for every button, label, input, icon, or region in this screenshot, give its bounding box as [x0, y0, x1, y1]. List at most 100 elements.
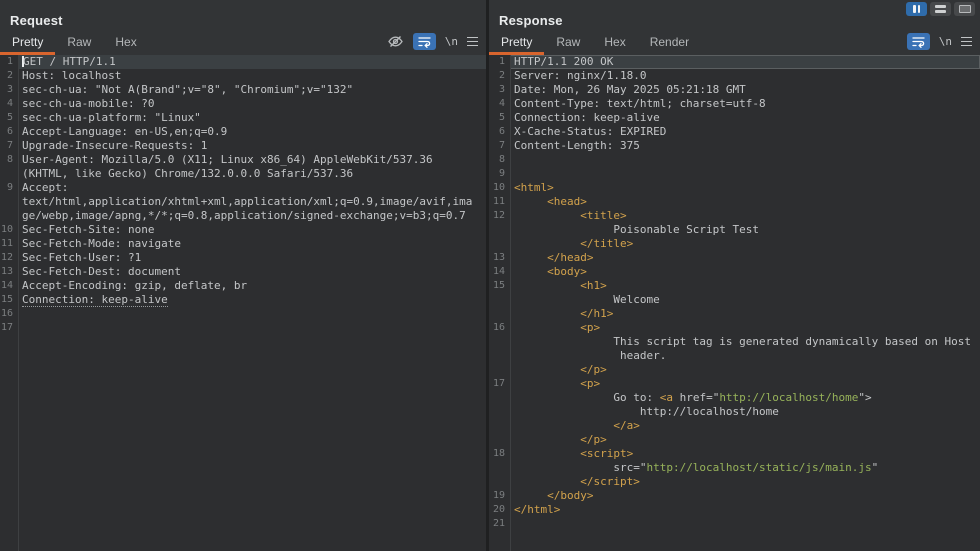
- code-line[interactable]: 7Content-Length: 375: [489, 139, 980, 153]
- code-line[interactable]: ge/webp,image/apng,*/*;q=0.8,application…: [0, 209, 486, 223]
- code-line[interactable]: 10Sec-Fetch-Site: none: [0, 223, 486, 237]
- code-line[interactable]: 9Accept:: [0, 181, 486, 195]
- tab-render[interactable]: Render: [638, 34, 701, 55]
- code-line[interactable]: 14Accept-Encoding: gzip, deflate, br: [0, 279, 486, 293]
- code-line[interactable]: 4Content-Type: text/html; charset=utf-8: [489, 97, 980, 111]
- word-wrap-icon[interactable]: [413, 33, 436, 50]
- code-line[interactable]: </p>: [489, 363, 980, 377]
- line-number: 19: [489, 489, 510, 503]
- code-line[interactable]: 14 <body>: [489, 265, 980, 279]
- code-line[interactable]: 5sec-ch-ua-platform: "Linux": [0, 111, 486, 125]
- word-wrap-icon[interactable]: [907, 33, 930, 50]
- newline-toggle[interactable]: \n: [445, 33, 458, 50]
- line-number: 6: [489, 125, 510, 139]
- menu-icon[interactable]: [961, 33, 972, 50]
- line-number: 16: [0, 307, 18, 321]
- response-editor[interactable]: 1HTTP/1.1 200 OK2Server: nginx/1.18.03Da…: [489, 55, 980, 551]
- pause-layout-button[interactable]: [906, 2, 927, 16]
- request-toolbar: \n: [387, 33, 478, 50]
- code-line[interactable]: 5Connection: keep-alive: [489, 111, 980, 125]
- line-number: [489, 237, 510, 251]
- code-line[interactable]: text/html,application/xhtml+xml,applicat…: [0, 195, 486, 209]
- line-number: 9: [0, 181, 18, 195]
- code-line[interactable]: 20</html>: [489, 503, 980, 517]
- code-line[interactable]: 12Sec-Fetch-User: ?1: [0, 251, 486, 265]
- code-line[interactable]: 6Accept-Language: en-US,en;q=0.9: [0, 125, 486, 139]
- code-line[interactable]: 12 <title>: [489, 209, 980, 223]
- line-number: 12: [489, 209, 510, 223]
- line-number: 5: [489, 111, 510, 125]
- code-line[interactable]: 9: [489, 167, 980, 181]
- stacked-layout-button[interactable]: [930, 2, 951, 16]
- line-number: 17: [0, 321, 18, 335]
- code-line[interactable]: 3Date: Mon, 26 May 2025 05:21:18 GMT: [489, 83, 980, 97]
- code-line[interactable]: 15Connection: keep-alive: [0, 293, 486, 307]
- gutter-divider: [18, 55, 19, 551]
- code-line[interactable]: </title>: [489, 237, 980, 251]
- code-line[interactable]: This script tag is generated dynamically…: [489, 335, 980, 349]
- code-line[interactable]: 11 <head>: [489, 195, 980, 209]
- response-title: Response: [499, 13, 563, 28]
- line-number: [489, 335, 510, 349]
- code-line[interactable]: 15 <h1>: [489, 279, 980, 293]
- response-panel: Response PrettyRawHexRender \n 1HTTP/1.1…: [489, 0, 980, 551]
- hamburger-icon: [467, 37, 478, 47]
- code-line[interactable]: </p>: [489, 433, 980, 447]
- line-number: 13: [0, 265, 18, 279]
- code-line[interactable]: 7Upgrade-Insecure-Requests: 1: [0, 139, 486, 153]
- tab-raw[interactable]: Raw: [544, 34, 592, 55]
- code-line[interactable]: 17: [0, 321, 486, 335]
- tab-pretty[interactable]: Pretty: [0, 34, 55, 55]
- line-number: 8: [489, 153, 510, 167]
- code-line[interactable]: Go to: <a href="http://localhost/home">: [489, 391, 980, 405]
- line-number: 3: [489, 83, 510, 97]
- code-line[interactable]: Poisonable Script Test: [489, 223, 980, 237]
- code-line[interactable]: 1GET / HTTP/1.1: [0, 55, 486, 69]
- line-number: 11: [489, 195, 510, 209]
- line-number: 4: [0, 97, 18, 111]
- code-line[interactable]: 3sec-ch-ua: "Not A(Brand";v="8", "Chromi…: [0, 83, 486, 97]
- newline-toggle[interactable]: \n: [939, 33, 952, 50]
- code-line[interactable]: 16 <p>: [489, 321, 980, 335]
- code-line[interactable]: 18 <script>: [489, 447, 980, 461]
- code-line[interactable]: 16: [0, 307, 486, 321]
- code-line[interactable]: 6X-Cache-Status: EXPIRED: [489, 125, 980, 139]
- code-line[interactable]: </script>: [489, 475, 980, 489]
- tab-raw[interactable]: Raw: [55, 34, 103, 55]
- line-number: [0, 195, 18, 209]
- newline-label: \n: [445, 35, 458, 48]
- code-line[interactable]: </h1>: [489, 307, 980, 321]
- code-line[interactable]: Welcome: [489, 293, 980, 307]
- request-editor[interactable]: 1GET / HTTP/1.12Host: localhost3sec-ch-u…: [0, 55, 486, 551]
- code-line[interactable]: header.: [489, 349, 980, 363]
- code-line[interactable]: 11Sec-Fetch-Mode: navigate: [0, 237, 486, 251]
- line-number: [489, 293, 510, 307]
- code-line[interactable]: 13 </head>: [489, 251, 980, 265]
- tab-pretty[interactable]: Pretty: [489, 34, 544, 55]
- menu-icon[interactable]: [467, 33, 478, 50]
- code-line[interactable]: 21: [489, 517, 980, 531]
- code-line[interactable]: src="http://localhost/static/js/main.js": [489, 461, 980, 475]
- line-number: 14: [0, 279, 18, 293]
- code-line[interactable]: 13Sec-Fetch-Dest: document: [0, 265, 486, 279]
- tab-hex[interactable]: Hex: [592, 34, 637, 55]
- code-line[interactable]: 10<html>: [489, 181, 980, 195]
- code-line[interactable]: 2Host: localhost: [0, 69, 486, 83]
- code-line[interactable]: 8User-Agent: Mozilla/5.0 (X11; Linux x86…: [0, 153, 486, 167]
- code-line[interactable]: 8: [489, 153, 980, 167]
- code-line[interactable]: 1HTTP/1.1 200 OK: [489, 55, 980, 69]
- hide-icon[interactable]: [387, 33, 404, 50]
- code-line[interactable]: </a>: [489, 419, 980, 433]
- request-tabs: PrettyRawHex: [0, 34, 149, 55]
- hamburger-icon: [961, 37, 972, 47]
- line-number: 7: [489, 139, 510, 153]
- code-line[interactable]: http://localhost/home: [489, 405, 980, 419]
- code-line[interactable]: 19 </body>: [489, 489, 980, 503]
- code-line[interactable]: 4sec-ch-ua-mobile: ?0: [0, 97, 486, 111]
- columns-layout-button[interactable]: [954, 2, 975, 16]
- code-line[interactable]: 17 <p>: [489, 377, 980, 391]
- code-line[interactable]: (KHTML, like Gecko) Chrome/132.0.0.0 Saf…: [0, 167, 486, 181]
- line-number: 15: [0, 293, 18, 307]
- tab-hex[interactable]: Hex: [103, 34, 148, 55]
- code-line[interactable]: 2Server: nginx/1.18.0: [489, 69, 980, 83]
